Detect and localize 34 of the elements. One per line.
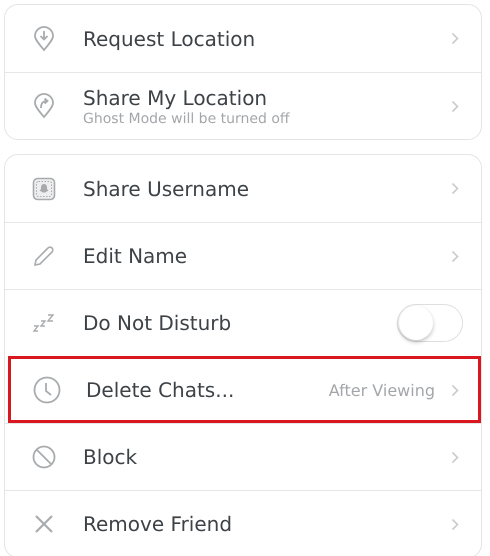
row-label: Edit Name [83,244,188,268]
location-pin-icon [33,26,55,52]
chevron-icon [451,518,459,530]
chevron-icon [451,250,459,262]
chevron-icon [451,182,459,195]
toggle-switch[interactable] [397,304,463,342]
ghost-card-icon [32,176,56,200]
row-label: Request Location [83,26,256,50]
settings-row[interactable]: Delete Chats... After Viewing [8,356,481,423]
settings-row[interactable]: Request Location [5,5,481,72]
settings-row[interactable]: Block [5,423,481,490]
row-subtitle: Ghost Mode will be turned off [83,110,291,126]
location-pin-icon [33,93,55,119]
chevron-icon [451,450,459,464]
chevron-icon [451,100,459,112]
settings-row[interactable]: Share My Location Ghost Mode will be turned off [5,72,481,139]
row-label: Share Username [83,176,250,200]
pencil-icon [32,244,56,268]
row-value: After Viewing [328,380,435,400]
row-label: Share My Location [83,86,268,110]
row-label: Do Not Disturb [83,311,232,335]
chevron-icon [451,384,459,396]
sleep-icon [32,313,56,333]
block-icon [32,445,56,469]
row-label: Delete Chats... [86,378,236,402]
settings-row[interactable]: Remove Friend [5,490,481,556]
settings-row[interactable]: Share Username [5,155,481,222]
clock-icon [33,376,61,404]
chevron-icon [451,32,459,45]
settings-row[interactable]: Edit Name [5,222,481,289]
row-label: Block [83,445,138,469]
row-label: Remove Friend [83,512,234,536]
close-icon [34,514,54,534]
settings-row[interactable]: Do Not Disturb [5,289,481,356]
